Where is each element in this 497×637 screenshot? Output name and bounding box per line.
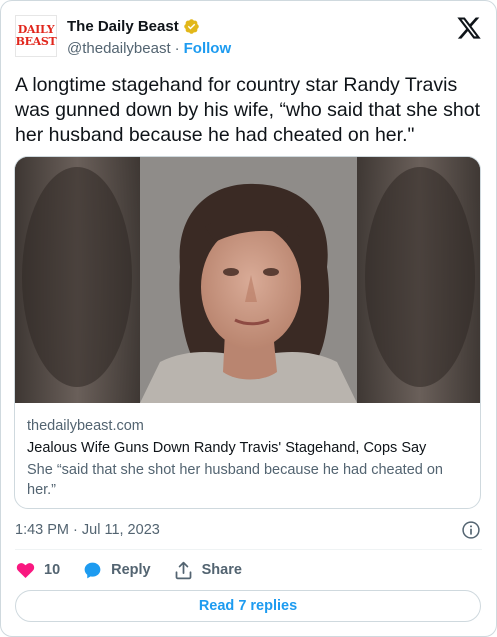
avatar-logo-line2: BEAST [15,35,57,48]
account-handle-row: @thedailybeast · Follow [67,40,231,57]
divider [15,549,482,550]
reply-label: Reply [111,562,151,578]
info-icon[interactable] [461,520,481,540]
timestamp-row: 1:43 PM · Jul 11, 2023 [15,519,483,541]
reply-bubble-icon [84,562,101,578]
like-count: 10 [44,562,61,578]
share-button[interactable]: Share [173,560,242,581]
tweet-text: A longtime stagehand for country star Ra… [15,74,481,146]
account-handle[interactable]: @thedailybeast [67,40,171,57]
link-title[interactable]: Jealous Wife Guns Down Randy Travis' Sta… [27,438,471,458]
handle-separator: · [174,40,180,57]
tweet-embed-card: DAILY BEAST The Daily Beast @thedailybea… [0,0,497,637]
link-description: She “said that she shot her husband beca… [27,462,443,498]
link-domain: thedailybeast.com [27,418,144,434]
account-name-row[interactable]: The Daily Beast [67,18,200,35]
article-photo [15,157,480,403]
share-label: Share [201,562,242,578]
mugshot-image [15,157,480,403]
action-bar: 10 Reply Share [15,557,264,583]
x-logo-icon[interactable] [456,15,482,41]
tweet-timestamp[interactable]: 1:43 PM · Jul 11, 2023 [15,522,160,538]
verified-badge-icon [183,19,199,34]
read-replies-button[interactable]: Read 7 replies [15,590,481,622]
link-meta: thedailybeast.com Jealous Wife Guns Down… [27,416,471,500]
follow-button[interactable]: Follow [184,40,232,57]
like-button[interactable]: 10 [15,560,60,581]
account-avatar[interactable]: DAILY BEAST [15,15,57,57]
link-preview-card[interactable]: thedailybeast.com Jealous Wife Guns Down… [14,156,481,509]
tweet-header: DAILY BEAST The Daily Beast @thedailybea… [15,15,482,59]
reply-button[interactable]: Reply [82,560,151,581]
share-icon [175,561,192,579]
account-name[interactable]: The Daily Beast [67,18,179,35]
heart-icon [16,562,35,578]
